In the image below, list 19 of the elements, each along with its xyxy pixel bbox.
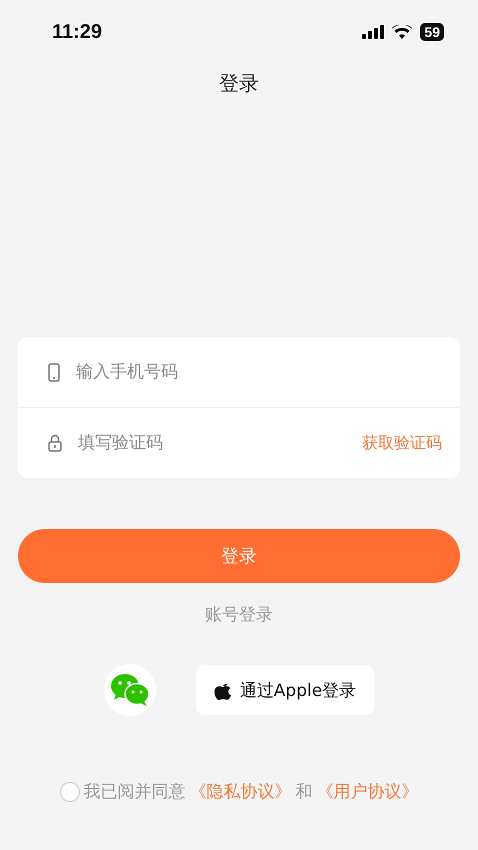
page-title: 登录 [219, 70, 259, 97]
user-agreement-link[interactable]: 《用户协议》 [316, 780, 418, 803]
chat-bubbles-icon [110, 673, 150, 707]
phone-icon [48, 362, 60, 382]
code-input-field[interactable]: 填写验证码 [76, 432, 348, 454]
battery-icon: 59 [420, 23, 444, 41]
agreement-text: 我已阅并同意 [84, 781, 186, 803]
signal-icon [362, 25, 384, 39]
lock-icon [48, 434, 62, 452]
status-time: 11:29 [52, 20, 102, 44]
privacy-policy-link[interactable]: 《隐私协议》 [190, 780, 292, 803]
agreement-checkbox[interactable] [60, 782, 80, 802]
phone-input-field[interactable]: 输入手机号码 [74, 361, 442, 383]
login-button[interactable]: 登录 [18, 529, 460, 583]
get-code-button[interactable]: 获取验证码 [362, 432, 442, 454]
wifi-icon [392, 25, 412, 39]
apple-login-button[interactable]: 通过Apple登录 [196, 665, 374, 715]
conjunction-text: 和 [296, 781, 312, 803]
account-login-link[interactable]: 账号登录 [205, 603, 273, 626]
